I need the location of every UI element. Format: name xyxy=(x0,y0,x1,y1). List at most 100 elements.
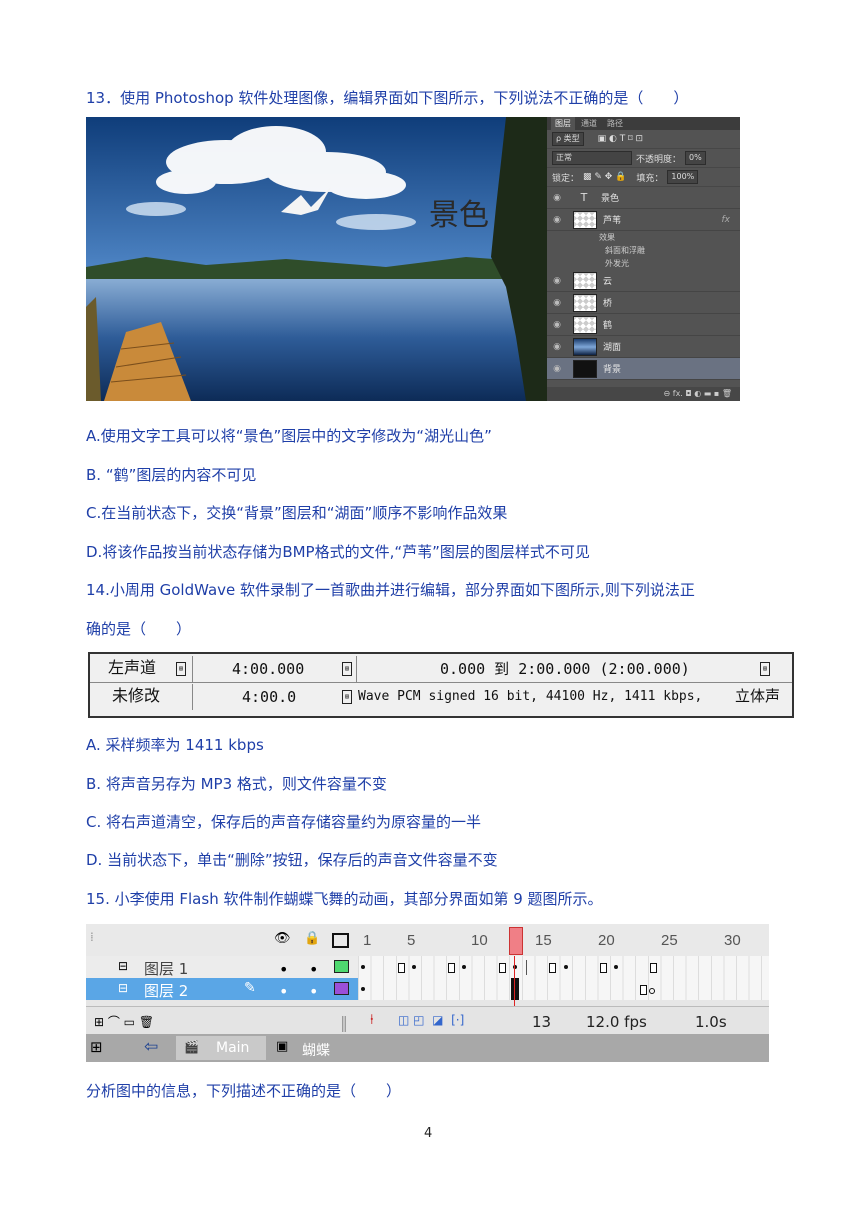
layer-name: 湖面 xyxy=(603,343,622,353)
frame-divider xyxy=(526,960,527,975)
end-frame[interactable] xyxy=(499,963,506,973)
q13-option-b: B. “鹤”图层的内容不可见 xyxy=(86,466,257,484)
layer-name: 景色 xyxy=(601,194,620,204)
end-frame[interactable] xyxy=(549,963,556,973)
length-value: 4:00.000 xyxy=(232,660,305,678)
frame-number: 25 xyxy=(661,932,678,949)
frame-rate: 12.0 fps xyxy=(586,1013,647,1031)
keyframe[interactable] xyxy=(564,965,568,969)
layer-color-swatch[interactable] xyxy=(334,960,349,973)
selected-frame[interactable] xyxy=(511,978,519,1000)
end-frame[interactable] xyxy=(640,985,647,995)
photoshop-screenshot: 景色 图层 通道 路径 ρ 类型 ▣ ◐ T ⌑ ⊡ 正常 不透明度： 0% 锁… xyxy=(86,117,740,401)
q14-option-c: C. 将右声道清空，保存后的声音存储容量约为原容量的一半 xyxy=(86,813,482,831)
end-frame[interactable] xyxy=(448,963,455,973)
eye-icon[interactable]: ◉ xyxy=(547,298,567,308)
status-icon: ▤ xyxy=(760,662,770,676)
layer-color-swatch[interactable] xyxy=(334,982,349,995)
symbol-icon: ▣ xyxy=(276,1039,289,1054)
layer-row[interactable]: ◉ 桥 xyxy=(547,292,740,314)
lock-dot[interactable]: • xyxy=(309,982,318,1001)
eye-icon[interactable]: ◉ xyxy=(547,193,567,203)
scene-name[interactable]: Main xyxy=(216,1040,249,1056)
layer-row[interactable]: ◉ 鹤 xyxy=(547,314,740,336)
channel-label: 左声道 xyxy=(108,660,157,677)
blend-mode-select[interactable]: 正常 xyxy=(552,151,632,165)
layer-row[interactable]: ◉ 湖面 xyxy=(547,336,740,358)
lock-icon[interactable]: 🔒 xyxy=(304,931,320,946)
keyframe[interactable] xyxy=(614,965,618,969)
opacity-label: 不透明度： xyxy=(636,154,682,165)
visibility-dot[interactable]: • xyxy=(279,982,288,1001)
keyframe[interactable] xyxy=(361,987,365,991)
filter-icons[interactable]: ▣ ◐ T ⌑ ⊡ xyxy=(598,134,643,144)
back-arrow-icon[interactable]: ⇦ xyxy=(144,1037,158,1057)
layer-thumbnail xyxy=(573,271,597,290)
kind-filter[interactable]: ρ 类型 xyxy=(552,132,584,146)
text-layer-icon: T xyxy=(580,191,588,204)
panel-footer-icons[interactable]: ⊖ fx. ◘ ◐ ▬ ▪ 🗑 xyxy=(547,387,740,401)
layer-buttons[interactable]: ⊞ ⌒ ▭ 🗑 xyxy=(94,1013,154,1030)
pencil-icon[interactable]: ✎ xyxy=(244,980,256,996)
eye-icon[interactable]: ◉ xyxy=(547,342,567,352)
effects-label: 效果 xyxy=(599,233,615,242)
keyframe[interactable] xyxy=(462,965,466,969)
current-frame: 13 xyxy=(532,1013,552,1031)
keyframe[interactable] xyxy=(412,965,416,969)
end-frame[interactable] xyxy=(650,963,657,973)
eye-icon[interactable]: ◉ xyxy=(547,320,567,330)
lock-dot[interactable]: • xyxy=(309,960,318,979)
layer-row[interactable]: ⊟ 图层 1 • • xyxy=(86,956,769,979)
layer2-frames[interactable] xyxy=(358,978,769,1000)
q14-stem-line1: 14.小周用 GoldWave 软件录制了一首歌曲并进行编辑，部分界面如下图所示… xyxy=(86,581,695,599)
q13-option-a: A.使用文字工具可以将“景色”图层中的文字修改为“湖光山色” xyxy=(86,427,492,445)
keyframe[interactable] xyxy=(361,965,365,969)
q14-option-d: D. 当前状态下，单击“删除”按钮，保存后的声音文件容量不变 xyxy=(86,851,498,869)
layer-row-selected[interactable]: ◉ 背景 xyxy=(547,358,740,380)
center-frame-icon[interactable]: ⍿ xyxy=(370,1012,374,1028)
status-icon: ▤ xyxy=(342,662,352,676)
eye-icon[interactable]: ◉ xyxy=(547,215,567,225)
clapper-icon: 🎬 xyxy=(184,1040,199,1054)
layer-row-selected[interactable]: ⊟ 图层 2 ✎ • • xyxy=(86,978,769,1001)
layer1-frames[interactable] xyxy=(358,956,769,978)
eye-icon[interactable]: 👁 xyxy=(274,931,291,946)
layer-row[interactable]: ◉ 芦苇 fx xyxy=(547,209,740,231)
edit-bar: ⊞ ⇦ 🎬 Main ▣ 蝴蝶 xyxy=(86,1034,769,1062)
layer-row[interactable]: ◉ T 景色 xyxy=(547,187,740,209)
visibility-dot[interactable]: • xyxy=(279,960,288,979)
symbol-name[interactable]: 蝴蝶 xyxy=(302,1040,330,1060)
fill-field[interactable]: 100% xyxy=(667,170,699,184)
frame-number: 1 xyxy=(363,932,372,949)
empty-keyframe[interactable] xyxy=(649,988,655,994)
frame-number: 5 xyxy=(407,932,416,949)
lock-icons[interactable]: ▩ ✎ ✥ 🔒 xyxy=(583,172,626,182)
end-frame[interactable] xyxy=(600,963,607,973)
tab-channels[interactable]: 通道 xyxy=(577,117,601,130)
outline-icon[interactable] xyxy=(332,933,349,948)
tab-layers[interactable]: 图层 xyxy=(551,117,575,130)
eye-icon[interactable]: ◉ xyxy=(547,276,567,286)
layer-thumbnail xyxy=(573,315,597,334)
layer-icon: ⊟ xyxy=(118,981,129,995)
eye-icon[interactable]: ◉ xyxy=(547,364,567,374)
tab-paths[interactable]: 路径 xyxy=(603,117,627,130)
onion-skin-icons[interactable]: ◫ ◰ ◪ [·] xyxy=(398,1013,464,1027)
page-number: 4 xyxy=(424,1126,433,1141)
playhead[interactable] xyxy=(509,927,523,955)
layer-thumbnail xyxy=(573,359,597,378)
q14-option-a: A. 采样频率为 1411 kbps xyxy=(86,736,264,754)
effect-bevel[interactable]: 斜面和浮雕 xyxy=(547,244,740,257)
q15-after: 分析图中的信息，下列描述不正确的是（ ） xyxy=(86,1082,402,1100)
grip-icon[interactable]: ⁞ xyxy=(90,930,94,944)
layer-thumbnail xyxy=(573,337,597,356)
opacity-field[interactable]: 0% xyxy=(685,151,706,165)
effect-outer-glow[interactable]: 外发光 xyxy=(547,257,740,270)
layer-name: 云 xyxy=(603,277,613,287)
end-frame[interactable] xyxy=(398,963,405,973)
image-text: 景色 xyxy=(429,198,489,233)
layer-row[interactable]: ◉ 云 xyxy=(547,270,740,292)
layer-name: 背景 xyxy=(603,365,622,375)
q13-option-c: C.在当前状态下，交换“背景”图层和“湖面”顺序不影响作品效果 xyxy=(86,504,508,522)
timeline-toggle-icon[interactable]: ⊞ xyxy=(90,1038,103,1056)
